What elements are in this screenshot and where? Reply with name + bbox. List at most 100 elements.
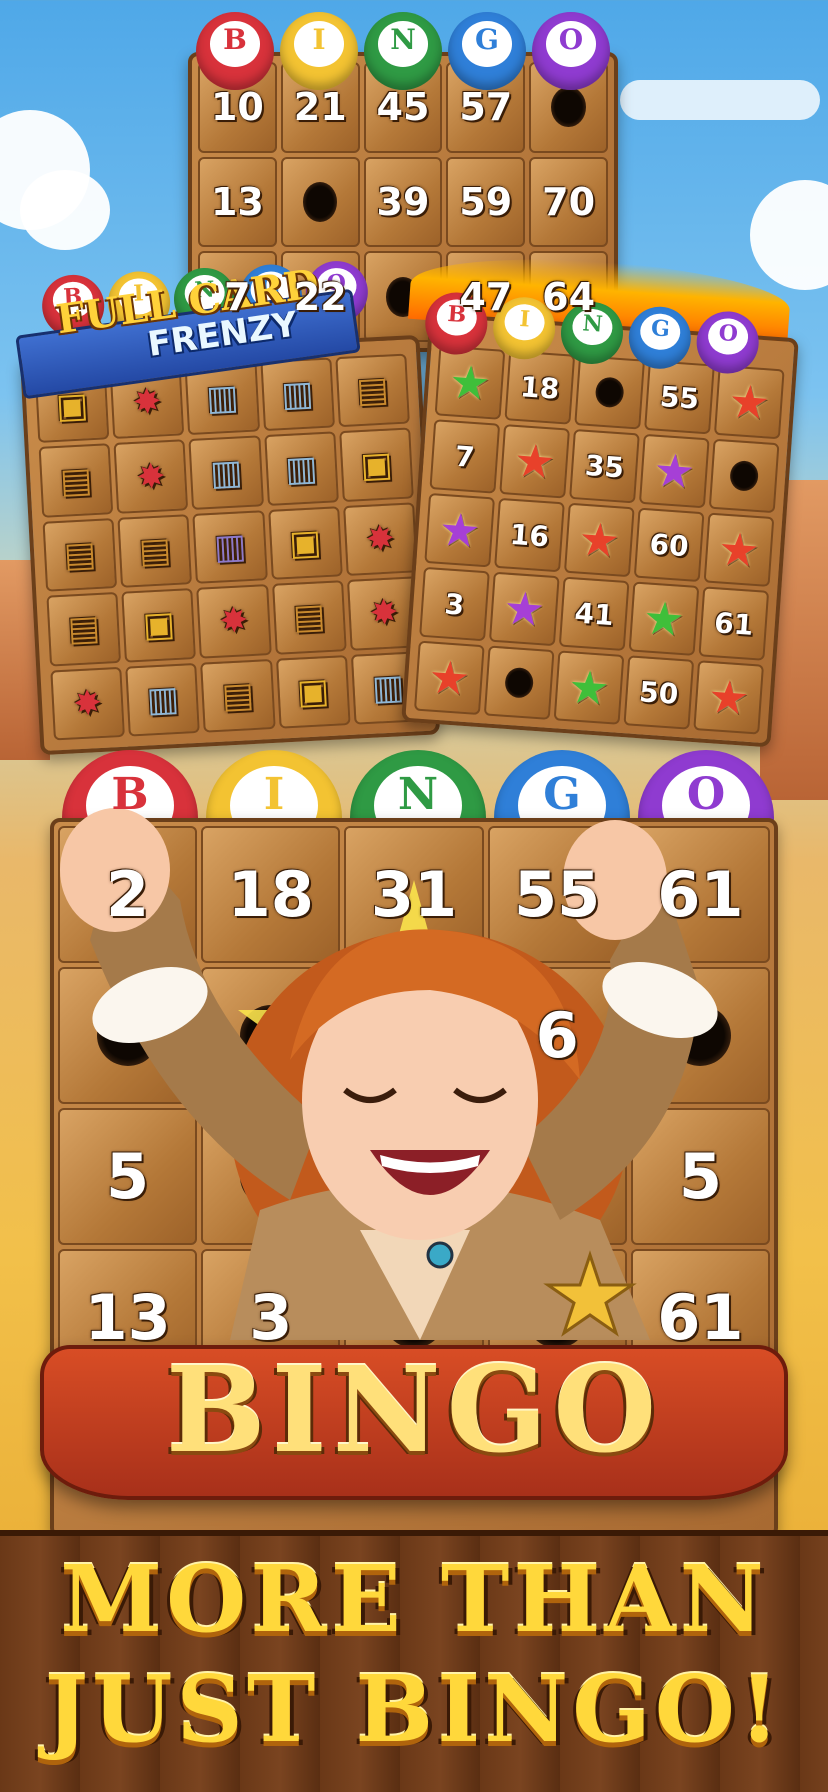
tile-number: 35	[583, 448, 626, 484]
bingo-ball-i: I	[280, 12, 358, 90]
number-tile: 16	[494, 497, 565, 573]
wooden-barrel-icon: ▤	[38, 443, 114, 518]
daubed-hole-tile	[630, 967, 770, 1104]
green-star-icon: ★	[628, 581, 700, 656]
tile-number: 3	[249, 1281, 293, 1354]
wooden-barrel-icon: ▤	[46, 592, 122, 667]
tile-number: 5	[678, 1140, 722, 1213]
bingo-ball-letter: N	[390, 22, 416, 56]
tile-number: 50	[638, 674, 680, 711]
treasure-chest-icon: ▣	[339, 427, 414, 502]
number-tile: 39	[363, 156, 443, 248]
full-card-frenzy-card: ▣ ✸ ▥ ▥ ▤ ▤ ✸ ▥ ▥ ▣ ▤ ▤ ▥ ▣ ✸ ▤ ▣ ✸ ▤ ✸ ✸ ▥ ▤ ▣ ▥	[19, 334, 441, 756]
daubed-hole-tile	[201, 1108, 341, 1245]
tile-number: 64	[542, 274, 596, 319]
tile-number: 22	[293, 274, 347, 319]
number-tile: 13	[198, 156, 277, 248]
green-star-icon: ★	[553, 650, 625, 725]
purple-star-icon: ★	[488, 571, 560, 647]
wooden-barrel-icon: ▤	[271, 580, 347, 655]
bingo-ball-g: G	[448, 12, 526, 90]
number-tile: 60	[633, 507, 705, 583]
red-star-icon: ★	[693, 660, 764, 735]
tile-number: 2	[106, 858, 150, 931]
bingo-ball-letter: I	[518, 305, 531, 333]
treasure-chest-icon: ▣	[267, 506, 343, 581]
tile-number: 6	[535, 999, 579, 1072]
dynamite-icon: ✸	[113, 439, 189, 514]
cloud-left-2	[20, 170, 110, 250]
bingo-ball-b: B	[196, 12, 274, 90]
bingo-ball-letter: N	[397, 769, 439, 821]
daubed-hole-tile	[58, 967, 198, 1104]
tile-number: 3	[443, 586, 466, 622]
silver-barrel-icon: ▥	[263, 431, 339, 506]
number-tile: 35	[569, 428, 640, 504]
tile-number: 60	[648, 527, 690, 563]
purple-star-icon: ★	[638, 433, 710, 509]
bingo-ball-letter: G	[475, 22, 499, 56]
tile-number: 61	[657, 1281, 744, 1354]
bingo-ball-letter: O	[558, 22, 584, 56]
tile-number: 61	[657, 858, 744, 931]
tile-number: 7	[224, 274, 251, 319]
bingo-ball-o: O	[532, 12, 610, 90]
tile-number: 31	[370, 858, 458, 931]
number-tile: 2	[58, 826, 198, 963]
number-tile: 7	[429, 419, 501, 494]
cloud-right	[750, 180, 828, 290]
tagline-line2: JUST BINGO!	[44, 1655, 784, 1763]
red-star-icon: ★	[499, 424, 570, 499]
daubed-hole-tile	[708, 438, 780, 514]
tile-number: 70	[542, 179, 596, 224]
number-tile: 59	[446, 156, 526, 248]
daubed-hole-tile	[201, 967, 341, 1104]
tile-number: 10	[210, 85, 264, 130]
tile-number: 5	[106, 1140, 150, 1213]
silver-barrel-icon: ▥	[260, 357, 335, 432]
bingo-ball-g: G	[626, 304, 693, 371]
number-tile: 3	[419, 566, 490, 642]
red-star-icon: ★	[703, 512, 775, 587]
purple-barrel-icon: ▥	[192, 509, 268, 585]
number-tile: 41	[558, 576, 630, 652]
number-tile: 18	[201, 826, 341, 963]
number-tile: 61	[630, 826, 770, 963]
treasure-chest-icon: ▣	[275, 654, 351, 729]
bingo-ball-letter: O	[717, 319, 739, 347]
number-tile: 55	[487, 826, 627, 963]
tile-number: 45	[376, 85, 430, 130]
daubed-hole-tile	[487, 1108, 627, 1245]
tile-number: 13	[210, 179, 264, 224]
full-card-frenzy-grid: ▣ ✸ ▥ ▥ ▤ ▤ ✸ ▥ ▥ ▣ ▤ ▤ ▥ ▣ ✸ ▤ ▣ ✸ ▤ ✸ ✸ ▥ ▤ ▣ ▥	[34, 353, 426, 741]
number-tile: 50	[623, 655, 695, 730]
red-star-icon: ★	[413, 640, 485, 716]
tile-number: 13	[84, 1281, 171, 1354]
bingo-ball-letter: B	[111, 769, 149, 821]
silver-barrel-icon: ▥	[188, 435, 264, 510]
tagline-line1: MORE THAN	[60, 1545, 768, 1653]
fire-bingo-card-grid: ★ 18 55 ★ 7 ★ 35 ★ ★ 16 ★ 60 ★ 3 ★ 41 ★ 61 ★ ★ 50 ★	[413, 345, 785, 735]
dynamite-icon: ✸	[196, 584, 272, 659]
number-tile: 70	[529, 156, 608, 248]
bingo-ball-letter: I	[263, 769, 285, 821]
bingo-ball-letter: G	[650, 314, 671, 343]
bingo-ball-letter: O	[686, 769, 726, 821]
tile-number: 55	[658, 379, 701, 416]
treasure-chest-icon: ▣	[121, 588, 197, 663]
tile-number: 7	[453, 439, 476, 474]
number-tile: 31	[344, 826, 484, 963]
tile-number: 57	[459, 85, 513, 130]
bingo-ball-letter: I	[312, 22, 326, 56]
red-star-icon: ★	[563, 502, 635, 578]
bingo-ball-n: N	[364, 12, 442, 90]
tile-number: 18	[519, 369, 561, 406]
number-tile: 6	[487, 967, 627, 1104]
daubed-hole-tile	[483, 645, 555, 720]
daubed-hole-tile	[280, 156, 360, 248]
bingo-banner-text: BINGO	[165, 1340, 663, 1479]
bingo-ball-letter: B	[223, 22, 247, 56]
tile-number: 47	[459, 274, 513, 319]
daubed-hole-tile	[344, 967, 484, 1104]
tile-number: 39	[376, 179, 430, 224]
